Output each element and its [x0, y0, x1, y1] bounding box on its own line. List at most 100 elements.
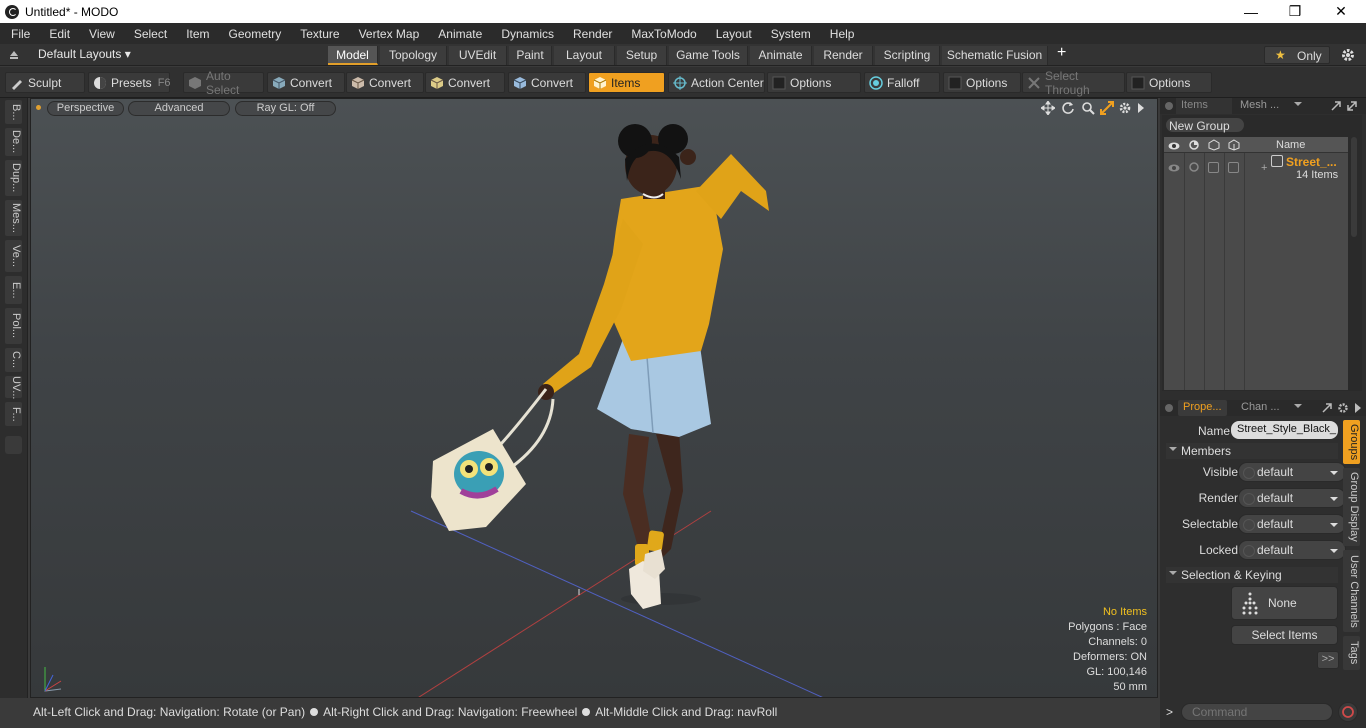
menu-render[interactable]: Render [562, 27, 620, 41]
tab-schematic-fusion[interactable]: Schematic Fusion [942, 46, 1048, 65]
tab-game-tools[interactable]: Game Tools [669, 46, 748, 65]
lock-icon[interactable] [1228, 139, 1240, 151]
left-tab-edge[interactable]: E... [5, 276, 22, 304]
members-section-header[interactable]: Members [1166, 443, 1338, 459]
more-button[interactable]: >> [1317, 651, 1339, 669]
render-dropdown[interactable]: default [1238, 488, 1346, 508]
tab-scripting[interactable]: Scripting [875, 46, 940, 65]
menu-maxtomodo[interactable]: MaxToModo [620, 27, 704, 41]
menu-item[interactable]: Item [175, 27, 217, 41]
expand-plus-icon[interactable]: + [1261, 162, 1267, 174]
select-through-button[interactable]: Select Through [1022, 69, 1125, 97]
new-group-button[interactable]: New Group [1165, 117, 1245, 133]
close-button[interactable]: ✕ [1318, 0, 1364, 23]
menu-vertex-map[interactable]: Vertex Map [348, 27, 428, 41]
tab-uvedit[interactable]: UVEdit [449, 46, 507, 65]
expand-arrow-icon[interactable] [1352, 402, 1364, 414]
render-icon[interactable] [1188, 161, 1200, 173]
eye-icon[interactable] [1168, 162, 1180, 172]
left-tab-mesh[interactable]: Mes... [5, 200, 22, 236]
3d-viewport[interactable]: Perspective Advanced Ray GL: Off No Item… [30, 98, 1158, 698]
gear-icon[interactable] [1337, 402, 1349, 414]
falloff-button[interactable]: Falloff [864, 72, 940, 93]
record-button[interactable] [1338, 702, 1358, 722]
convert-button-2[interactable]: Convert [346, 72, 424, 93]
side-tab-user-channels[interactable]: User Channels [1343, 550, 1360, 632]
convert-button-1[interactable]: Convert [267, 72, 345, 93]
select-items-button[interactable]: Select Items [1231, 625, 1338, 645]
left-tab-curve[interactable]: C... [5, 348, 22, 372]
menu-texture[interactable]: Texture [289, 27, 347, 41]
panel-dropdown-icon[interactable] [1294, 404, 1302, 412]
minimize-button[interactable]: — [1228, 0, 1274, 23]
menu-view[interactable]: View [78, 27, 123, 41]
menu-dynamics[interactable]: Dynamics [490, 27, 562, 41]
menu-system[interactable]: System [760, 27, 819, 41]
locked-checkbox[interactable] [1228, 162, 1239, 173]
left-tab-polygon[interactable]: Pol... [5, 308, 22, 344]
left-tab-fusion[interactable]: F... [5, 402, 22, 426]
menu-edit[interactable]: Edit [38, 27, 78, 41]
left-tab-deform[interactable]: De... [5, 128, 22, 156]
menu-help[interactable]: Help [819, 27, 863, 41]
group-name-field[interactable]: Street_Style_Black_ [1231, 421, 1338, 439]
tab-model[interactable]: Model [328, 46, 378, 65]
tab-layout[interactable]: Layout [554, 46, 615, 65]
keying-none-button[interactable]: None [1231, 586, 1338, 620]
left-tab-vertex[interactable]: Ve... [5, 240, 22, 272]
menu-layout[interactable]: Layout [705, 27, 760, 41]
tab-animate[interactable]: Animate [750, 46, 812, 65]
selectable-checkbox[interactable] [1208, 162, 1219, 173]
sculpt-button[interactable]: Sculpt [5, 72, 85, 93]
menu-file[interactable]: File [0, 27, 38, 41]
render-icon[interactable] [1188, 139, 1200, 151]
restore-button[interactable]: ❒ [1272, 0, 1318, 23]
presets-button[interactable]: Presets F6 [88, 72, 171, 93]
tab-paint[interactable]: Paint [509, 46, 552, 65]
selection-keying-section-header[interactable]: Selection & Keying [1166, 567, 1338, 583]
items-mode-button[interactable]: Items [588, 72, 665, 93]
panel-menu-dot-icon[interactable] [1165, 102, 1173, 110]
selectable-icon[interactable] [1208, 139, 1220, 151]
tab-mesh[interactable]: Mesh ... [1235, 98, 1284, 114]
panel-dropdown-icon[interactable] [1294, 102, 1302, 110]
left-tab-duplicate[interactable]: Dup... [5, 160, 22, 196]
menu-select[interactable]: Select [123, 27, 175, 41]
gear-icon[interactable] [1340, 47, 1356, 63]
tab-properties[interactable]: Prope... [1178, 400, 1227, 416]
items-scrollbar[interactable] [1351, 137, 1357, 237]
collapse-icon[interactable] [8, 48, 20, 60]
action-center-button[interactable]: Action Center [668, 72, 765, 93]
panel-menu-dot-icon[interactable] [1165, 404, 1173, 412]
tab-topology[interactable]: Topology [380, 46, 447, 65]
visible-dropdown[interactable]: default [1238, 462, 1346, 482]
left-strip-toggle[interactable] [5, 436, 22, 454]
default-layouts-dropdown[interactable]: Default Layouts ▾ [38, 47, 131, 61]
options-button-3[interactable]: Options [1126, 72, 1212, 93]
menu-geometry[interactable]: Geometry [218, 27, 290, 41]
tab-render[interactable]: Render [814, 46, 873, 65]
side-tab-group-display[interactable]: Group Display [1343, 468, 1360, 546]
locked-dropdown[interactable]: default [1238, 540, 1346, 560]
options-button-2[interactable]: Options [943, 72, 1021, 93]
tab-items[interactable]: Items [1176, 98, 1232, 114]
tab-channels[interactable]: Chan ... [1236, 400, 1285, 416]
options-button-1[interactable]: Options [767, 72, 861, 93]
left-tab-basic[interactable]: B... [5, 100, 22, 124]
group-row[interactable]: + Street_... 14 Items [1164, 154, 1348, 182]
tab-setup[interactable]: Setup [617, 46, 667, 65]
panel-popout-icon[interactable] [1346, 100, 1358, 112]
add-layout-button[interactable]: + [1057, 44, 1066, 62]
convert-button-4[interactable]: Convert [508, 72, 586, 93]
selectable-dropdown[interactable]: default [1238, 514, 1346, 534]
eye-icon[interactable] [1168, 140, 1180, 150]
only-toggle[interactable]: ★ Only [1264, 46, 1330, 64]
left-tab-uv[interactable]: UV... [5, 376, 22, 399]
command-input[interactable] [1181, 703, 1333, 721]
side-tab-tags[interactable]: Tags [1343, 636, 1360, 670]
menu-animate[interactable]: Animate [427, 27, 490, 41]
panel-popout-icon[interactable] [1330, 100, 1342, 112]
convert-button-3[interactable]: Convert [425, 72, 505, 93]
side-tab-groups[interactable]: Groups [1343, 420, 1360, 464]
auto-select-button[interactable]: Auto Select [183, 69, 264, 97]
